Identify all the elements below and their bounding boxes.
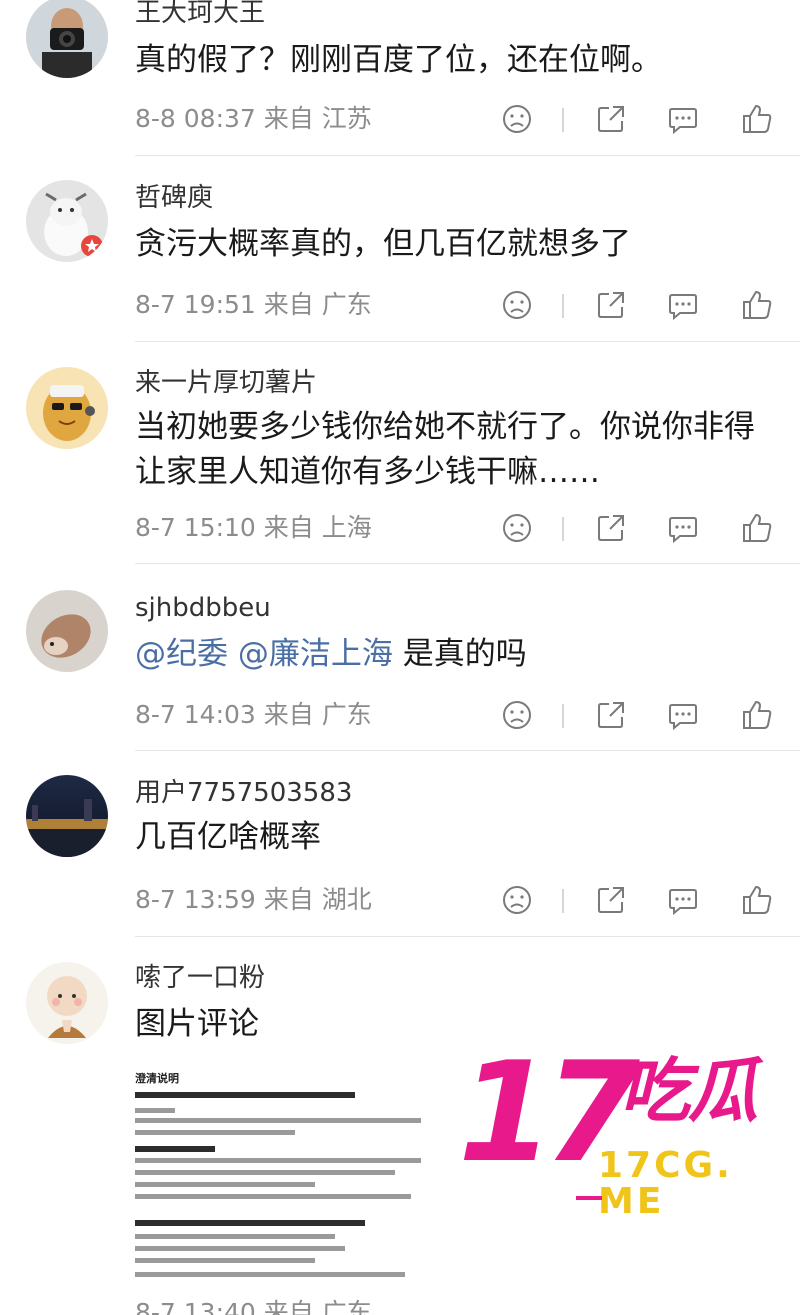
- comment-divider: [135, 341, 800, 342]
- comment-text: @纪委 @廉洁上海 是真的吗: [135, 632, 775, 677]
- comment-body: 是真的吗: [402, 636, 527, 672]
- share-icon[interactable]: [594, 883, 628, 917]
- comment-text: 图片评论: [135, 1006, 259, 1042]
- comment-text: 贪污大概率真的，但几百亿就想多了: [135, 226, 631, 262]
- comment-location: 来自 广东: [263, 700, 372, 729]
- image-text-line: [135, 1170, 395, 1175]
- username[interactable]: 哲碑庾: [135, 185, 213, 211]
- watermark-underline: [576, 1196, 602, 1200]
- comment-time: 8-7 15:10: [135, 513, 256, 542]
- divider: [562, 108, 564, 132]
- comment-icon[interactable]: [666, 102, 700, 136]
- comment-icon[interactable]: [666, 511, 700, 545]
- comment-icon[interactable]: [666, 288, 700, 322]
- comment-actions: [500, 698, 780, 734]
- image-text-line: [135, 1130, 295, 1135]
- comment-location: 来自 上海: [263, 513, 372, 542]
- image-text-line: [135, 1194, 411, 1199]
- image-text-line: [135, 1220, 365, 1226]
- thumbs-up-icon[interactable]: [740, 698, 774, 732]
- comment-text: 几百亿啥概率: [135, 819, 321, 855]
- image-text-line: [135, 1146, 215, 1152]
- comment-divider: [135, 750, 800, 751]
- comment-meta: 8-7 13:40 来自 广东: [135, 1300, 372, 1315]
- comment-meta: 8-7 14:03 来自 广东: [135, 702, 372, 727]
- sad-face-icon[interactable]: [500, 288, 534, 322]
- image-text-line: [135, 1108, 175, 1113]
- thumbs-up-icon[interactable]: [740, 102, 774, 136]
- comment-time: 8-7 13:40: [135, 1298, 256, 1315]
- comment-actions: [500, 102, 780, 138]
- avatar[interactable]: [26, 962, 108, 1044]
- share-icon[interactable]: [594, 511, 628, 545]
- comment-time: 8-7 19:51: [135, 290, 256, 319]
- thumbs-up-icon[interactable]: [740, 288, 774, 322]
- image-text-line: [135, 1118, 421, 1123]
- watermark-url: 17CG. ME: [598, 1145, 733, 1222]
- comment-time: 8-7 13:59: [135, 885, 256, 914]
- username[interactable]: 用户7757503583: [135, 780, 352, 806]
- comment-meta: 8-7 13:59 来自 湖北: [135, 887, 372, 912]
- avatar[interactable]: [26, 180, 108, 262]
- share-icon[interactable]: [594, 102, 628, 136]
- comment-location: 来自 湖北: [263, 885, 372, 914]
- comment-location: 来自 江苏: [263, 104, 372, 133]
- comment-image[interactable]: 澄清说明: [135, 1060, 425, 1280]
- share-icon[interactable]: [594, 288, 628, 322]
- comment-meta: 8-8 08:37 来自 江苏: [135, 106, 372, 131]
- mention-link[interactable]: @廉洁上海: [238, 636, 393, 672]
- sad-face-icon[interactable]: [500, 698, 534, 732]
- share-icon[interactable]: [594, 698, 628, 732]
- watermark-brand: 吃瓜: [620, 1050, 758, 1132]
- comment-icon[interactable]: [666, 698, 700, 732]
- comment-time: 8-7 14:03: [135, 700, 256, 729]
- image-text-line: [135, 1234, 335, 1239]
- image-heading: 澄清说明: [135, 1072, 179, 1085]
- divider: [562, 704, 564, 728]
- avatar[interactable]: [26, 0, 108, 78]
- image-text-line: [135, 1272, 405, 1277]
- image-text-line: [135, 1246, 345, 1251]
- avatar[interactable]: [26, 775, 108, 857]
- comment-location: 来自 广东: [263, 290, 372, 319]
- thumbs-up-icon[interactable]: [740, 511, 774, 545]
- comment-divider: [135, 155, 800, 156]
- divider: [562, 517, 564, 541]
- username[interactable]: sjhbdbbeu: [135, 595, 271, 621]
- image-text-line: [135, 1258, 315, 1263]
- sad-face-icon[interactable]: [500, 511, 534, 545]
- comment-actions: [500, 883, 780, 919]
- sad-face-icon[interactable]: [500, 883, 534, 917]
- thumbs-up-icon[interactable]: [740, 883, 774, 917]
- watermark-logo: 17 吃瓜 17CG. ME: [458, 1044, 800, 1220]
- comment-icon[interactable]: [666, 883, 700, 917]
- username[interactable]: 嗦了一口粉: [135, 965, 265, 991]
- avatar[interactable]: [26, 367, 108, 449]
- username[interactable]: 来一片厚切薯片: [135, 370, 317, 396]
- image-text-line: [135, 1158, 421, 1163]
- comment-text: 当初她要多少钱你给她不就行了。你说你非得让家里人知道你有多少钱干嘛……: [135, 409, 755, 490]
- divider: [562, 889, 564, 913]
- comment-actions: [500, 288, 780, 324]
- avatar[interactable]: [26, 590, 108, 672]
- divider: [562, 294, 564, 318]
- comment-divider: [135, 936, 800, 937]
- image-text-line: [135, 1092, 355, 1098]
- comment-meta: 8-7 19:51 来自 广东: [135, 292, 372, 317]
- sad-face-icon[interactable]: [500, 102, 534, 136]
- image-text-line: [135, 1182, 315, 1187]
- comment-meta: 8-7 15:10 来自 上海: [135, 515, 372, 540]
- comment-time: 8-8 08:37: [135, 104, 256, 133]
- comment-divider: [135, 563, 800, 564]
- username[interactable]: 王大珂大王: [135, 0, 265, 26]
- comment-actions: [500, 511, 780, 547]
- comment-location: 来自 广东: [263, 1298, 372, 1315]
- comment-text: 真的假了？刚刚百度了位，还在位啊。: [135, 42, 662, 78]
- mention-link[interactable]: @纪委: [135, 636, 228, 672]
